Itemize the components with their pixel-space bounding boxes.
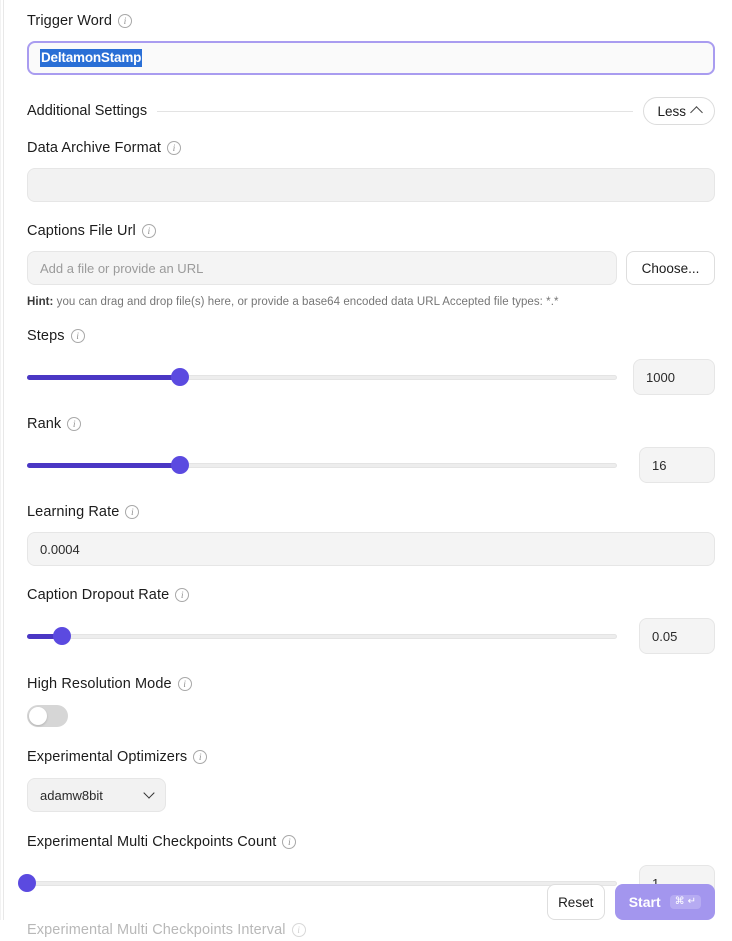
info-icon[interactable]: i <box>141 224 156 238</box>
learning-rate-label: Learning Rate <box>27 504 120 520</box>
trigger-word-input[interactable]: DeltamonStamp <box>27 41 715 75</box>
slider-track <box>27 880 617 886</box>
trigger-word-label-row: Trigger Word i <box>27 10 715 32</box>
reset-button[interactable]: Reset <box>546 884 605 920</box>
rank-label: Rank <box>27 416 62 432</box>
caption-dropout-rate-label-row: Caption Dropout Rate i <box>27 584 715 606</box>
steps-value-box[interactable]: 1000 <box>633 359 715 395</box>
field-caption-dropout-rate: Caption Dropout Rate i 0.05 <box>27 584 715 654</box>
steps-value: 1000 <box>646 369 675 385</box>
rank-slider-row: 16 <box>27 447 715 483</box>
multi-checkpoints-count-label-row: Experimental Multi Checkpoints Count i <box>27 831 715 853</box>
multi-checkpoints-interval-label: Experimental Multi Checkpoints Interval <box>27 922 286 938</box>
data-archive-format-label-row: Data Archive Format i <box>27 137 715 159</box>
less-toggle-button[interactable]: Less <box>643 97 715 125</box>
chevron-down-icon <box>143 787 155 799</box>
info-icon[interactable]: i <box>193 750 208 764</box>
info-icon[interactable]: i <box>175 588 190 602</box>
multi-checkpoints-count-label: Experimental Multi Checkpoints Count <box>27 834 277 850</box>
learning-rate-input[interactable]: 0.0004 <box>27 532 715 566</box>
slider-thumb[interactable] <box>171 456 190 474</box>
less-toggle-label: Less <box>657 103 686 119</box>
caption-dropout-rate-value-box[interactable]: 0.05 <box>639 618 715 654</box>
multi-checkpoints-interval-label-row: Experimental Multi Checkpoints Interval … <box>27 919 715 941</box>
caption-dropout-rate-slider[interactable] <box>27 627 617 645</box>
steps-slider-row: 1000 <box>27 359 715 395</box>
start-button[interactable]: Start ⌘ ↵ <box>614 884 715 920</box>
start-button-label: Start <box>628 894 661 910</box>
additional-settings-label: Additional Settings <box>27 103 148 119</box>
field-captions-file-url: Captions File Url i Add a file or provid… <box>27 220 715 308</box>
experimental-optimizers-label-row: Experimental Optimizers i <box>27 746 715 768</box>
hint-text: you can drag and drop file(s) here, or p… <box>53 296 559 308</box>
learning-rate-value: 0.0004 <box>40 541 80 557</box>
toggle-knob <box>29 707 47 725</box>
multi-checkpoints-count-slider[interactable] <box>18 874 617 892</box>
field-high-resolution-mode: High Resolution Mode i <box>27 673 715 727</box>
experimental-optimizers-value: adamw8bit <box>40 787 103 803</box>
captions-file-url-hint: Hint: you can drag and drop file(s) here… <box>27 296 715 308</box>
field-steps: Steps i 1000 <box>27 325 715 395</box>
trigger-word-label: Trigger Word <box>27 13 112 29</box>
info-icon[interactable]: i <box>177 677 192 691</box>
hint-prefix: Hint: <box>27 296 54 308</box>
command-key-icon: ⌘ <box>674 896 685 907</box>
info-icon[interactable]: i <box>118 14 132 28</box>
rank-value-box[interactable]: 16 <box>639 447 715 483</box>
experimental-optimizers-select[interactable]: adamw8bit <box>27 778 166 812</box>
steps-label-row: Steps i <box>27 325 715 347</box>
captions-file-url-input[interactable]: Add a file or provide an URL <box>27 251 617 285</box>
data-archive-format-label: Data Archive Format <box>27 140 162 156</box>
slider-thumb[interactable] <box>171 368 190 386</box>
field-learning-rate: Learning Rate i 0.0004 <box>27 501 715 566</box>
chevron-up-icon <box>690 106 703 119</box>
learning-rate-label-row: Learning Rate i <box>27 501 715 523</box>
form-actions: Reset Start ⌘ ↵ <box>546 884 715 920</box>
info-icon[interactable]: i <box>282 835 297 849</box>
high-resolution-mode-label: High Resolution Mode <box>27 676 172 692</box>
data-archive-format-input[interactable] <box>27 168 715 202</box>
info-icon[interactable]: i <box>67 417 82 431</box>
info-icon[interactable]: i <box>125 505 140 519</box>
slider-fill <box>27 462 181 468</box>
field-rank: Rank i 16 <box>27 413 715 483</box>
experimental-optimizers-label: Experimental Optimizers <box>27 749 188 765</box>
captions-file-url-row: Add a file or provide an URL Choose... <box>27 251 715 285</box>
slider-track <box>27 633 617 639</box>
caption-dropout-rate-label: Caption Dropout Rate <box>27 587 170 603</box>
high-resolution-mode-toggle[interactable] <box>27 705 68 727</box>
caption-dropout-rate-value: 0.05 <box>652 628 678 644</box>
slider-fill <box>27 374 181 380</box>
captions-file-url-label: Captions File Url <box>27 223 136 239</box>
info-icon[interactable]: i <box>167 141 182 155</box>
field-experimental-optimizers: Experimental Optimizers i adamw8bit <box>27 746 715 812</box>
high-resolution-mode-label-row: High Resolution Mode i <box>27 673 715 695</box>
field-multi-checkpoints-interval: Experimental Multi Checkpoints Interval … <box>27 919 715 941</box>
trigger-word-value: DeltamonStamp <box>40 49 143 67</box>
enter-key-icon: ↵ <box>687 896 696 907</box>
slider-thumb[interactable] <box>53 627 72 645</box>
captions-file-url-label-row: Captions File Url i <box>27 220 715 242</box>
settings-form: Trigger Word i DeltamonStamp Additional … <box>0 0 732 938</box>
slider-thumb[interactable] <box>18 874 36 892</box>
steps-label: Steps <box>27 328 65 344</box>
divider-line <box>157 110 634 112</box>
info-icon[interactable]: i <box>291 923 306 937</box>
choose-file-button[interactable]: Choose... <box>626 251 715 285</box>
captions-file-url-placeholder: Add a file or provide an URL <box>40 260 204 276</box>
caption-dropout-rate-slider-row: 0.05 <box>27 618 715 654</box>
field-trigger-word: Trigger Word i DeltamonStamp <box>27 10 715 75</box>
rank-label-row: Rank i <box>27 413 715 435</box>
steps-slider[interactable] <box>27 368 617 386</box>
field-data-archive-format: Data Archive Format i <box>27 137 715 202</box>
rank-slider[interactable] <box>27 456 617 474</box>
info-icon[interactable]: i <box>70 329 85 343</box>
rank-value: 16 <box>652 457 667 473</box>
additional-settings-row: Additional Settings Less <box>27 97 715 125</box>
keyboard-shortcut-badge: ⌘ ↵ <box>669 895 701 909</box>
